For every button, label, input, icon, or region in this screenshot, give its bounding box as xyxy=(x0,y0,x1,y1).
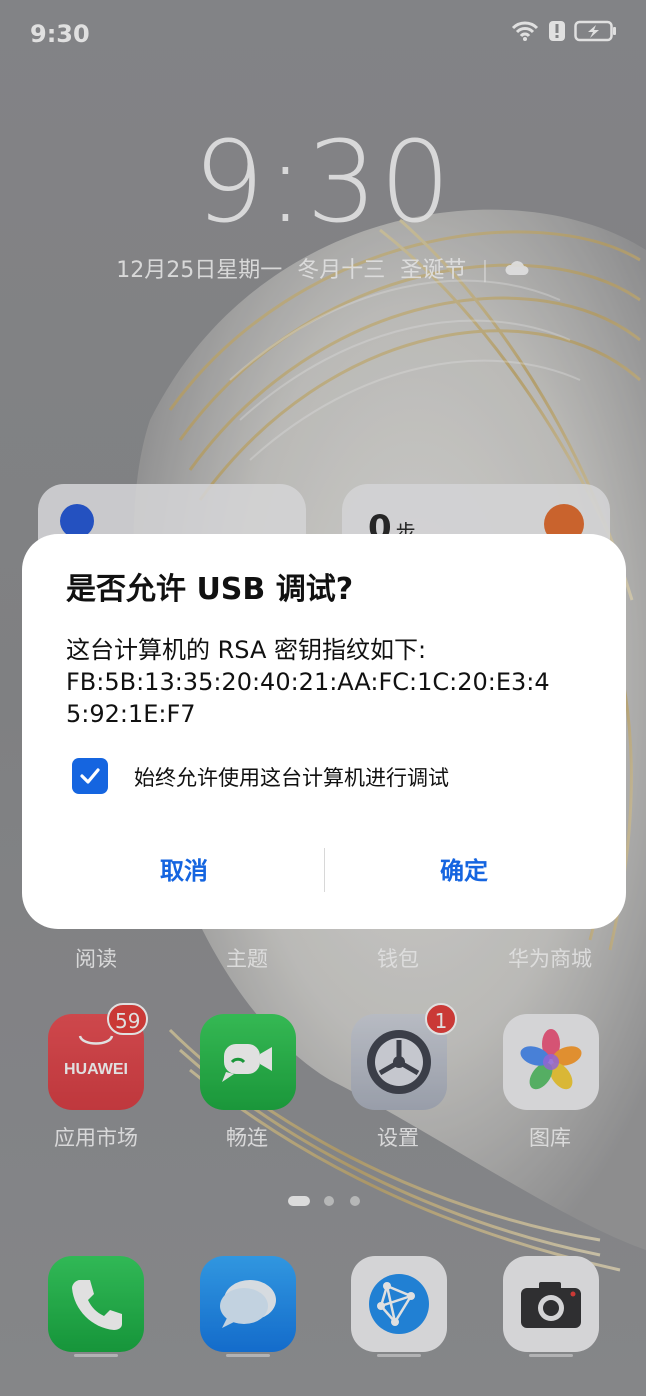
usb-debug-dialog: 是否允许 USB 调试? 这台计算机的 RSA 密钥指纹如下: FB:5B:13… xyxy=(22,534,626,929)
dialog-message: 这台计算机的 RSA 密钥指纹如下: FB:5B:13:35:20:40:21:… xyxy=(66,634,586,730)
always-allow-label[interactable]: 始终允许使用这台计算机进行调试 xyxy=(134,762,449,792)
cancel-button[interactable]: 取消 xyxy=(44,846,324,896)
rsa-fingerprint-line: 5:92:1E:F7 xyxy=(66,700,196,728)
confirm-button[interactable]: 确定 xyxy=(324,846,604,896)
rsa-fingerprint-line: FB:5B:13:35:20:40:21:AA:FC:1C:20:E3:4 xyxy=(66,668,550,696)
dialog-title: 是否允许 USB 调试? xyxy=(66,572,354,607)
checkmark-icon xyxy=(80,768,100,784)
dialog-message-line: 这台计算机的 RSA 密钥指纹如下: xyxy=(66,636,427,664)
always-allow-checkbox[interactable] xyxy=(72,758,108,794)
lock-screen: 9:30 9:30 12月25日星期一 冬月十三 圣诞节 | 0 步 阅读 主题… xyxy=(0,0,646,1396)
